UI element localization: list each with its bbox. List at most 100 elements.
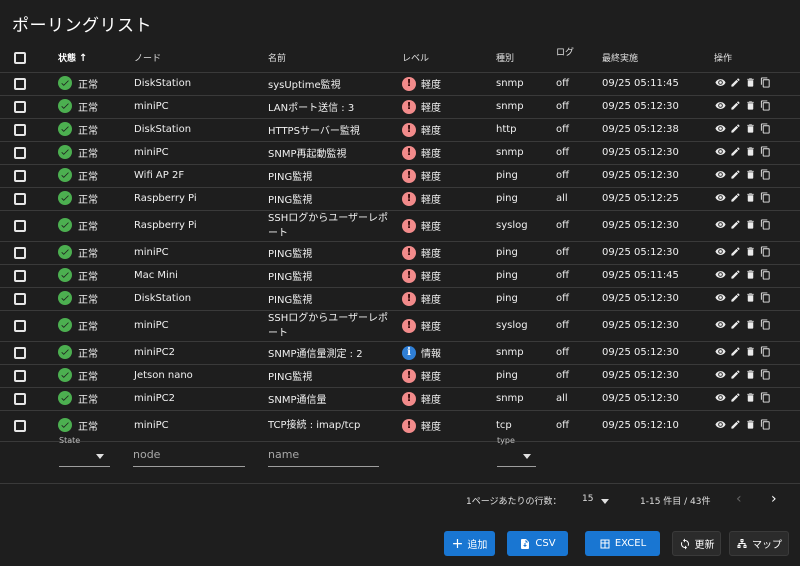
row-select-cell[interactable] (0, 310, 52, 342)
pencil-icon[interactable] (729, 291, 741, 303)
pencil-icon[interactable] (729, 245, 741, 257)
sort-asc-icon[interactable]: ↑ (79, 53, 87, 64)
eye-icon[interactable] (714, 76, 726, 88)
copy-icon[interactable] (759, 291, 771, 303)
pencil-icon[interactable] (729, 368, 741, 380)
type-chevron-down-icon[interactable] (523, 454, 531, 459)
header-last[interactable]: 最終実施 (596, 44, 708, 73)
rows-per-page-select[interactable]: 15 (582, 494, 593, 504)
eye-icon[interactable] (714, 245, 726, 257)
copy-icon[interactable] (759, 345, 771, 357)
row-checkbox[interactable] (14, 269, 26, 282)
eye-icon[interactable] (714, 418, 726, 430)
copy-icon[interactable] (759, 318, 771, 330)
copy-icon[interactable] (759, 218, 771, 230)
trash-icon[interactable] (744, 418, 756, 430)
eye-icon[interactable] (714, 318, 726, 330)
select-all-checkbox[interactable] (14, 51, 26, 64)
header-name[interactable]: 名前 (262, 44, 396, 73)
row-select-cell[interactable] (0, 364, 52, 388)
copy-icon[interactable] (759, 99, 771, 111)
eye-icon[interactable] (714, 168, 726, 180)
row-select-cell[interactable] (0, 341, 52, 365)
copy-icon[interactable] (759, 122, 771, 134)
pencil-icon[interactable] (729, 268, 741, 280)
copy-icon[interactable] (759, 391, 771, 403)
table-row[interactable]: 正常 Mac Mini PING監視 ! 軽度 ping off 09/25 05… (0, 264, 800, 288)
header-log[interactable]: ログ (550, 44, 596, 73)
row-checkbox[interactable] (14, 346, 26, 359)
select-all-cell[interactable] (0, 44, 52, 73)
trash-icon[interactable] (744, 76, 756, 88)
row-checkbox[interactable] (14, 392, 26, 405)
row-checkbox[interactable] (14, 292, 26, 305)
eye-icon[interactable] (714, 191, 726, 203)
row-checkbox[interactable] (14, 169, 26, 182)
trash-icon[interactable] (744, 268, 756, 280)
pencil-icon[interactable] (729, 218, 741, 230)
eye-icon[interactable] (714, 218, 726, 230)
row-checkbox[interactable] (14, 192, 26, 205)
trash-icon[interactable] (744, 391, 756, 403)
pencil-icon[interactable] (729, 99, 741, 111)
trash-icon[interactable] (744, 122, 756, 134)
row-select-cell[interactable] (0, 72, 52, 96)
trash-icon[interactable] (744, 345, 756, 357)
rows-per-page-chevron-icon[interactable] (601, 499, 609, 504)
trash-icon[interactable] (744, 218, 756, 230)
pencil-icon[interactable] (729, 191, 741, 203)
table-row[interactable]: 正常 DiskStation PING監視 ! 軽度 ping off 09/25… (0, 287, 800, 311)
table-row[interactable]: 正常 Raspberry Pi PING監視 ! 軽度 ping all 09/2… (0, 187, 800, 211)
pencil-icon[interactable] (729, 318, 741, 330)
trash-icon[interactable] (744, 368, 756, 380)
eye-icon[interactable] (714, 345, 726, 357)
eye-icon[interactable] (714, 99, 726, 111)
header-status[interactable]: 状態 ↑ (52, 44, 128, 73)
state-chevron-down-icon[interactable] (96, 454, 104, 459)
next-page-icon[interactable]: › (771, 491, 777, 507)
eye-icon[interactable] (714, 122, 726, 134)
row-select-cell[interactable] (0, 187, 52, 211)
node-filter-input[interactable]: node (133, 448, 160, 461)
row-checkbox[interactable] (14, 219, 26, 232)
name-filter-input[interactable]: name (268, 448, 299, 461)
trash-icon[interactable] (744, 245, 756, 257)
trash-icon[interactable] (744, 318, 756, 330)
row-checkbox[interactable] (14, 77, 26, 90)
table-row[interactable]: 正常 Raspberry Pi SSHログからユーザーレポート ! 軽度 sysl… (0, 210, 800, 242)
row-checkbox[interactable] (14, 100, 26, 113)
row-select-cell[interactable] (0, 241, 52, 265)
prev-page-icon[interactable]: ‹ (736, 491, 742, 507)
pencil-icon[interactable] (729, 391, 741, 403)
pencil-icon[interactable] (729, 345, 741, 357)
trash-icon[interactable] (744, 168, 756, 180)
header-level[interactable]: レベル (396, 44, 490, 73)
row-select-cell[interactable] (0, 387, 52, 411)
state-filter-select[interactable] (59, 466, 110, 467)
pencil-icon[interactable] (729, 122, 741, 134)
eye-icon[interactable] (714, 145, 726, 157)
table-row[interactable]: 正常 miniPC2 SNMP通信量 ! 軽度 snmp all 09/25 05… (0, 387, 800, 411)
trash-icon[interactable] (744, 99, 756, 111)
row-checkbox[interactable] (14, 369, 26, 382)
row-select-cell[interactable] (0, 164, 52, 188)
eye-icon[interactable] (714, 368, 726, 380)
table-row[interactable]: 正常 miniPC PING監視 ! 軽度 ping off 09/25 05:1… (0, 241, 800, 265)
table-row[interactable]: 正常 miniPC LANポート送信 : 3 ! 軽度 snmp off 09/2… (0, 95, 800, 119)
header-type[interactable]: 種別 (490, 44, 550, 73)
row-select-cell[interactable] (0, 118, 52, 142)
row-select-cell[interactable] (0, 264, 52, 288)
row-select-cell[interactable] (0, 287, 52, 311)
excel-button[interactable]: EXCEL (585, 531, 660, 556)
copy-icon[interactable] (759, 168, 771, 180)
copy-icon[interactable] (759, 268, 771, 280)
trash-icon[interactable] (744, 145, 756, 157)
header-node[interactable]: ノード (128, 44, 262, 73)
table-row[interactable]: 正常 miniPC2 SNMP通信量測定 : 2 i 情報 snmp off 09… (0, 341, 800, 365)
pencil-icon[interactable] (729, 168, 741, 180)
csv-button[interactable]: CSV (507, 531, 568, 556)
eye-icon[interactable] (714, 291, 726, 303)
copy-icon[interactable] (759, 76, 771, 88)
table-row[interactable]: 正常 Jetson nano PING監視 ! 軽度 ping off 09/25… (0, 364, 800, 388)
row-checkbox[interactable] (14, 246, 26, 259)
